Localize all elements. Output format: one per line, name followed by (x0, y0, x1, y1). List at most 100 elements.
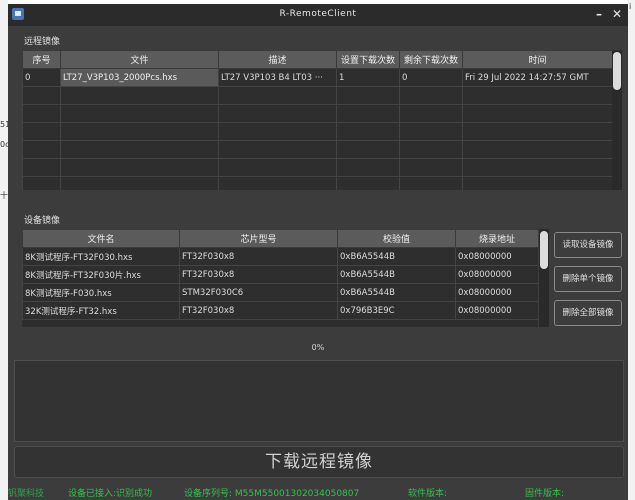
delete-single-image-button[interactable]: 删除单个镜像 (554, 266, 622, 292)
read-device-image-button[interactable]: 读取设备镜像 (554, 232, 622, 258)
table-cell[interactable] (462, 104, 612, 123)
table-cell[interactable] (22, 176, 61, 190)
close-button[interactable]: ✕ (610, 7, 624, 21)
column-header[interactable]: 文件名 (22, 229, 180, 248)
table-cell[interactable] (399, 176, 463, 190)
column-header[interactable]: 芯片型号 (179, 229, 338, 248)
table-cell[interactable] (218, 158, 337, 177)
table-cell[interactable]: FT32F030x8 (179, 301, 338, 320)
table-cell[interactable] (462, 122, 612, 141)
table-cell[interactable] (399, 158, 463, 177)
table-cell[interactable] (22, 104, 61, 123)
table-cell[interactable] (462, 86, 612, 105)
table-cell[interactable] (462, 158, 612, 177)
table-cell[interactable] (218, 122, 337, 141)
table-cell[interactable]: 0 (399, 68, 463, 87)
remote-images-table[interactable]: 序号 文件 描述 设置下载次数 剩余下载次数 时间 0 LT27_V3P103_2000Pc… (22, 50, 612, 190)
download-remote-image-button[interactable]: 下载远程镜像 (14, 446, 624, 478)
company-label: 钒聚科技 (8, 489, 45, 499)
table-row[interactable] (22, 86, 612, 105)
table-row[interactable] (22, 176, 612, 190)
column-header[interactable]: 剩余下载次数 (399, 50, 463, 69)
log-output[interactable] (14, 360, 624, 442)
table-row[interactable] (22, 140, 612, 159)
background-edge-left: 51 0c 十 (0, 0, 10, 500)
table-row[interactable]: 8K测试程序-FT32F030.hxs FT32F030x8 0xB6A5544B 0… (22, 247, 538, 266)
table-cell[interactable] (22, 158, 61, 177)
table-cell[interactable] (218, 104, 337, 123)
device-images-table[interactable]: 文件名 芯片型号 校验值 烧录地址 8K测试程序-FT32F030.hxs FT32F0… (22, 229, 538, 327)
column-header[interactable]: 文件 (60, 50, 219, 69)
device-section-title: 设备镜像 (24, 216, 61, 226)
table-cell[interactable]: 0 (22, 68, 61, 87)
table-cell[interactable]: FT32F030x8 (179, 265, 338, 284)
table-cell[interactable]: 8K测试程序-FT32F030.hxs (22, 247, 180, 266)
table-row[interactable]: 8K测试程序-FT32F030片.hxs FT32F030x8 0xB6A5544B… (22, 265, 538, 284)
table-row[interactable] (22, 104, 612, 123)
table-cell[interactable] (22, 122, 61, 141)
column-header[interactable]: 设置下载次数 (336, 50, 400, 69)
column-header[interactable]: 烧录地址 (455, 229, 538, 248)
table-cell[interactable]: 1 (336, 68, 400, 87)
table-cell[interactable]: 0xB6A5544B (337, 265, 456, 284)
table-cell[interactable] (399, 86, 463, 105)
table-cell[interactable]: 0x08000000 (455, 301, 538, 320)
table-cell[interactable] (336, 158, 400, 177)
table-cell[interactable] (462, 140, 612, 159)
table-row[interactable] (22, 122, 612, 141)
table-cell[interactable] (336, 176, 400, 190)
minimize-button[interactable]: – (592, 7, 606, 21)
window-title: R-RemoteClient (279, 9, 357, 19)
table-cell[interactable] (22, 140, 61, 159)
table-cell[interactable]: Fri 29 Jul 2022 14:27:57 GMT (462, 68, 612, 87)
column-header[interactable]: 时间 (462, 50, 612, 69)
column-header[interactable]: 序号 (22, 50, 61, 69)
delete-all-images-button[interactable]: 删除全部镜像 (554, 300, 622, 326)
table-cell[interactable] (336, 140, 400, 159)
table-cell[interactable]: FT32F030x8 (179, 247, 338, 266)
table-cell[interactable] (336, 104, 400, 123)
column-header[interactable]: 描述 (218, 50, 337, 69)
table-cell[interactable] (462, 176, 612, 190)
table-cell[interactable] (60, 176, 219, 190)
table-cell[interactable]: LT27_V3P103_2000Pcs.hxs (60, 68, 219, 87)
table-cell[interactable] (336, 122, 400, 141)
table-cell[interactable] (218, 86, 337, 105)
table-cell[interactable]: 0x08000000 (455, 265, 538, 284)
table-cell[interactable]: STM32F030C6 (179, 283, 338, 302)
table-cell[interactable]: 0xB6A5544B (337, 247, 456, 266)
table-cell[interactable] (60, 158, 219, 177)
table-cell[interactable] (60, 122, 219, 141)
table-cell[interactable] (399, 104, 463, 123)
table-row[interactable]: 0 LT27_V3P103_2000Pcs.hxs LT27 V3P103 B4 L… (22, 68, 612, 87)
table-cell[interactable] (22, 86, 61, 105)
table-row[interactable]: 32K测试程序-FT32.hxs FT32F030x8 0x796B3E9C 0x08… (22, 301, 538, 320)
device-table-scrollbar[interactable] (539, 229, 549, 327)
table-cell[interactable] (218, 176, 337, 190)
table-cell[interactable]: 32K测试程序-FT32.hxs (22, 301, 180, 320)
column-header[interactable]: 校验值 (337, 229, 456, 248)
table-cell[interactable] (399, 122, 463, 141)
table-cell[interactable] (60, 104, 219, 123)
table-cell[interactable]: 0xB6A5544B (337, 283, 456, 302)
table-cell[interactable]: LT27 V3P103 B4 LT03 ··· (218, 68, 337, 87)
table-row[interactable]: 8K测试程序-F030.hxs STM32F030C6 0xB6A5544B 0x08… (22, 283, 538, 302)
firmware-version: 固件版本: (525, 489, 565, 499)
title-bar[interactable]: R-RemoteClient – ✕ (8, 4, 628, 26)
device-scroll-thumb[interactable] (540, 231, 548, 269)
table-cell[interactable]: 0x08000000 (455, 283, 538, 302)
remote-scroll-thumb[interactable] (613, 52, 621, 90)
software-version: 软件版本: (408, 489, 448, 499)
table-row[interactable] (22, 158, 612, 177)
table-cell[interactable]: 8K测试程序-FT32F030片.hxs (22, 265, 180, 284)
table-cell[interactable] (60, 86, 219, 105)
table-cell[interactable] (399, 140, 463, 159)
remote-table-scrollbar[interactable] (612, 50, 622, 190)
table-cell[interactable] (60, 140, 219, 159)
table-cell[interactable] (218, 140, 337, 159)
table-cell[interactable] (336, 86, 400, 105)
table-cell[interactable]: 0x796B3E9C (337, 301, 456, 320)
status-bar: 钒聚科技 设备已接入:识别成功 设备序列号: M55M5500130203405… (8, 482, 628, 500)
table-cell[interactable]: 8K测试程序-F030.hxs (22, 283, 180, 302)
table-cell[interactable]: 0x08000000 (455, 247, 538, 266)
